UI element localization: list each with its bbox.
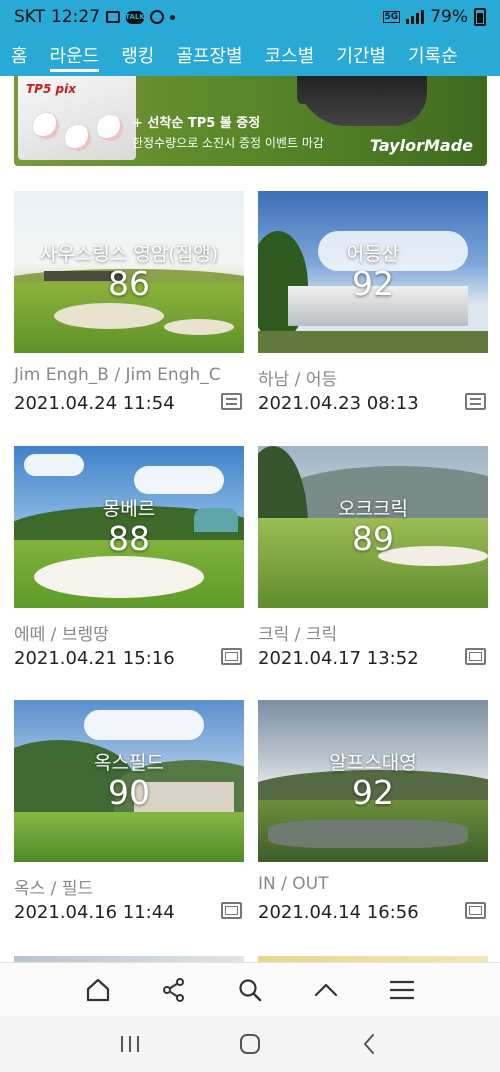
banner-headline: + 선착순 TP5 볼 증정 bbox=[132, 116, 261, 131]
round-date: 2021.04.23 08:13 bbox=[258, 393, 419, 414]
tab-rounds[interactable]: 라운드 bbox=[39, 34, 111, 76]
round-date: 2021.04.16 11:44 bbox=[14, 902, 175, 923]
round-score: 92 bbox=[352, 264, 394, 303]
round-date: 2021.04.24 11:54 bbox=[14, 393, 175, 414]
menu-icon[interactable] bbox=[382, 970, 422, 1010]
photo-frame-icon[interactable] bbox=[465, 902, 486, 919]
golf-ball-box-image: TP5 pix bbox=[18, 76, 136, 160]
course-name: 사우스링스 영암(집앵) bbox=[39, 243, 219, 265]
scroll-up-icon[interactable] bbox=[306, 970, 346, 1010]
round-score: 89 bbox=[352, 519, 394, 558]
ad-banner[interactable]: TP5 pix + 선착순 TP5 볼 증정 한정수량으로 소진시 증정 이벤트… bbox=[14, 76, 487, 166]
banner-subline: 한정수량으로 소진시 증정 이벤트 마감 bbox=[132, 136, 324, 150]
players-label: 하남 / 어등 bbox=[258, 370, 338, 390]
phone-notification-icon bbox=[150, 10, 165, 24]
recent-apps-icon[interactable] bbox=[108, 1022, 152, 1066]
product-name: TP5 pix bbox=[26, 82, 76, 96]
tab-by-course[interactable]: 코스별 bbox=[254, 34, 326, 76]
tab-by-record[interactable]: 기록순 bbox=[397, 34, 469, 76]
taylormade-logo: TaylorMade bbox=[369, 136, 473, 155]
bottom-toolbar bbox=[0, 962, 500, 1016]
tab-bar: 홈 라운드 랭킹 골프장별 코스별 기간별 기록순 bbox=[0, 34, 500, 76]
players-label: 옥스 / 필드 bbox=[14, 879, 94, 899]
battery-percent: 79% bbox=[430, 7, 468, 27]
round-score: 92 bbox=[352, 773, 394, 812]
golf-ball-image bbox=[64, 124, 92, 152]
players-label: Jim Engh_B / Jim Engh_C bbox=[14, 365, 221, 385]
carrier-label: SKT bbox=[14, 7, 46, 27]
tab-ranking[interactable]: 랭킹 bbox=[110, 34, 165, 76]
course-name: 알프스대영 bbox=[329, 752, 417, 774]
course-photo: 어등산 92 bbox=[258, 191, 488, 353]
kakaotalk-notification-icon: TALK bbox=[125, 10, 145, 24]
home-icon[interactable] bbox=[78, 970, 118, 1010]
round-date: 2021.04.14 16:56 bbox=[258, 902, 419, 923]
network-type-icon: 5G bbox=[382, 11, 401, 23]
tab-by-period[interactable]: 기간별 bbox=[325, 34, 397, 76]
golf-ball-image bbox=[32, 112, 60, 140]
course-photo: 알프스대영 92 bbox=[258, 700, 488, 862]
round-score: 88 bbox=[108, 519, 150, 558]
putter-head-image bbox=[297, 76, 427, 126]
tab-home[interactable]: 홈 bbox=[0, 34, 39, 76]
gallery-notification-icon bbox=[106, 11, 121, 23]
course-name: 오크크릭 bbox=[338, 498, 408, 520]
tab-by-golf-club[interactable]: 골프장별 bbox=[165, 34, 253, 76]
photo-frame-icon[interactable] bbox=[465, 648, 486, 665]
status-bar: SKT 12:27 TALK 5G 79% bbox=[0, 0, 500, 34]
course-photo: 옥스필드 90 bbox=[14, 700, 244, 862]
round-score: 90 bbox=[108, 773, 150, 812]
battery-icon bbox=[474, 8, 486, 26]
course-name: 옥스필드 bbox=[94, 752, 164, 774]
players-label: 에떼 / 브렝땅 bbox=[14, 625, 109, 645]
back-icon[interactable] bbox=[348, 1022, 392, 1066]
players-label: IN / OUT bbox=[258, 874, 329, 894]
scorecard-icon[interactable] bbox=[221, 393, 242, 410]
round-date: 2021.04.17 13:52 bbox=[258, 648, 419, 669]
course-photo: 오크크릭 89 bbox=[258, 446, 488, 608]
round-date: 2021.04.21 15:16 bbox=[14, 648, 175, 669]
course-name: 몽베르 bbox=[102, 498, 156, 520]
clock: 12:27 bbox=[51, 7, 101, 27]
home-button-icon[interactable] bbox=[228, 1022, 272, 1066]
course-photo: 사우스링스 영암(집앵) 86 bbox=[14, 191, 244, 353]
golf-ball-image bbox=[96, 114, 124, 142]
photo-frame-icon[interactable] bbox=[221, 902, 242, 919]
share-icon[interactable] bbox=[154, 970, 194, 1010]
round-score: 86 bbox=[108, 264, 150, 303]
players-label: 크릭 / 크릭 bbox=[258, 625, 338, 645]
course-photo: 몽베르 88 bbox=[14, 446, 244, 608]
more-notifications-icon bbox=[170, 14, 176, 20]
photo-frame-icon[interactable] bbox=[221, 648, 242, 665]
system-navigation-bar bbox=[0, 1016, 500, 1072]
scorecard-icon[interactable] bbox=[465, 393, 486, 410]
search-icon[interactable] bbox=[230, 970, 270, 1010]
course-name: 어등산 bbox=[346, 243, 400, 265]
signal-icon bbox=[406, 10, 425, 24]
